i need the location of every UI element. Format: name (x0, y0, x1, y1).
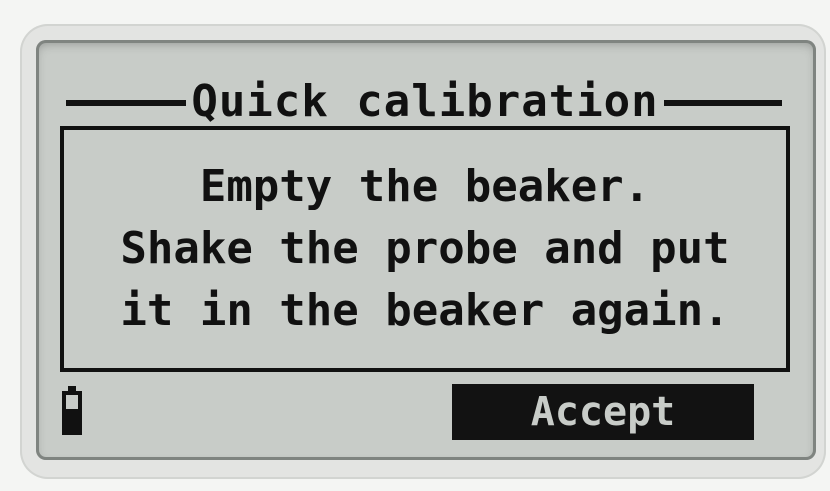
message-line: Empty the beaker. (199, 161, 651, 212)
accept-button[interactable]: Accept (452, 384, 754, 440)
device-body: Quick calibration Empty the beaker. Shak… (0, 0, 830, 491)
title-rule-right (664, 100, 782, 106)
title-bar: Quick calibration (36, 74, 816, 127)
lcd-screen: Quick calibration Empty the beaker. Shak… (36, 40, 816, 460)
message-line: it in the beaker again. (120, 285, 730, 336)
message-box: Empty the beaker. Shake the probe and pu… (60, 126, 790, 372)
battery-icon (60, 386, 84, 436)
screen-title: Quick calibration (191, 76, 659, 127)
title-rule-left (66, 100, 186, 106)
message-line: Shake the probe and put (120, 223, 730, 274)
